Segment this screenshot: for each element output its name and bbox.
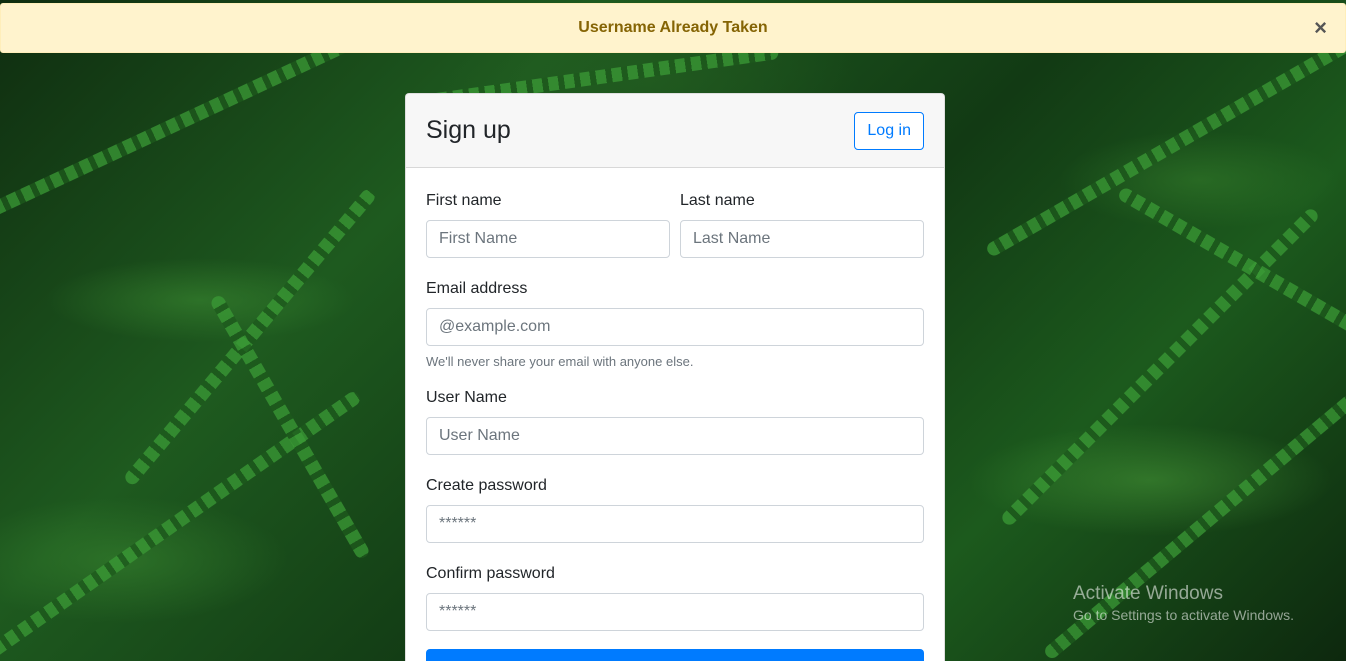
card-header: Sign up Log in (406, 94, 944, 168)
watermark-subtitle: Go to Settings to activate Windows. (1073, 607, 1294, 623)
alert-message: Username Already Taken (578, 19, 768, 36)
confirm-password-label: Confirm password (426, 565, 555, 582)
signup-button[interactable]: Sign Up (426, 649, 924, 661)
username-input[interactable] (426, 417, 924, 455)
username-label: User Name (426, 389, 507, 406)
watermark-title: Activate Windows (1073, 583, 1223, 604)
last-name-input[interactable] (680, 220, 924, 258)
confirm-password-input[interactable] (426, 593, 924, 631)
email-label: Email address (426, 280, 528, 297)
login-button[interactable]: Log in (854, 111, 924, 150)
email-help-text: We'll never share your email with anyone… (426, 354, 694, 369)
page-title: Sign up (426, 116, 511, 144)
first-name-input[interactable] (426, 220, 670, 258)
windows-activation-watermark: Activate Windows Go to Settings to activ… (1073, 583, 1294, 623)
signup-card: Sign up Log in First name Last name Emai… (405, 93, 945, 661)
signup-form: First name Last name Email address We'll… (406, 168, 944, 661)
close-icon[interactable]: × (1314, 17, 1327, 39)
create-password-label: Create password (426, 477, 547, 494)
last-name-label: Last name (680, 192, 755, 209)
email-input[interactable] (426, 308, 924, 346)
alert-banner: Username Already Taken × (0, 3, 1346, 53)
create-password-input[interactable] (426, 505, 924, 543)
first-name-label: First name (426, 192, 502, 209)
